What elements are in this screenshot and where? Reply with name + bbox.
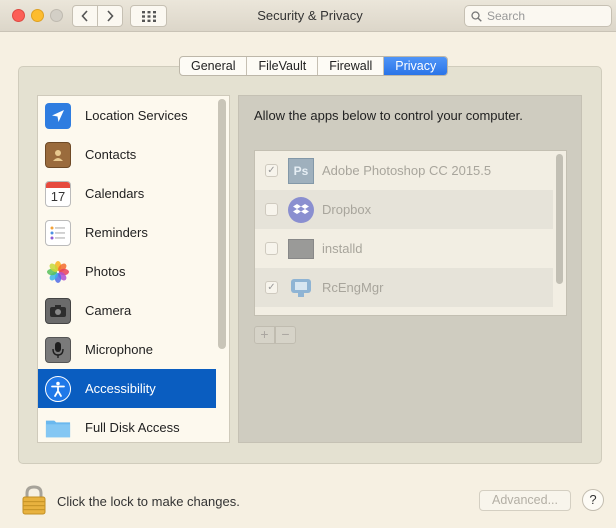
sidebar-item-camera[interactable]: Camera	[38, 291, 216, 330]
tab-firewall[interactable]: Firewall	[318, 57, 385, 75]
sidebar-item-label: Photos	[85, 264, 126, 279]
app-row-photoshop[interactable]: ✓ Ps Adobe Photoshop CC 2015.5	[255, 151, 553, 190]
microphone-icon	[45, 336, 71, 363]
app-name: installd	[322, 241, 363, 256]
app-row-rcengmgr[interactable]: ✓ RcEngMgr	[255, 268, 553, 307]
close-window-button[interactable]	[12, 9, 25, 22]
zoom-window-button[interactable]	[50, 9, 63, 22]
sidebar-item-location-services[interactable]: Location Services	[38, 96, 216, 135]
search-field[interactable]	[464, 5, 612, 27]
search-input[interactable]	[487, 9, 607, 23]
app-name: RcEngMgr	[322, 280, 384, 295]
app-name: Adobe Photoshop CC 2015.5	[322, 163, 492, 178]
sidebar-item-label: Location Services	[85, 108, 188, 123]
minimize-window-button[interactable]	[31, 9, 44, 22]
apps-list-scrollbar[interactable]	[556, 154, 563, 284]
accessibility-icon	[45, 375, 71, 402]
app-checkbox[interactable]: ✓	[265, 164, 278, 177]
lock-message: Click the lock to make changes.	[57, 494, 240, 509]
reminders-list-icon	[45, 219, 71, 246]
sidebar-item-label: Accessibility	[85, 381, 156, 396]
sidebar-item-label: Calendars	[85, 186, 145, 201]
window-title: Security & Privacy	[257, 8, 363, 23]
folder-icon	[45, 415, 71, 441]
remote-engine-icon	[288, 275, 314, 301]
contacts-book-icon	[45, 141, 71, 168]
app-row-installd[interactable]: installd	[255, 229, 553, 268]
app-checkbox[interactable]	[265, 203, 278, 216]
camera-icon	[45, 297, 71, 324]
sidebar-item-full-disk-access[interactable]: Full Disk Access	[38, 408, 216, 442]
dropbox-icon	[288, 196, 314, 223]
privacy-services-list[interactable]: Location Services Contacts 17 Calendars	[37, 95, 230, 443]
remove-app-button[interactable]: −	[275, 326, 296, 344]
sidebar-item-label: Camera	[85, 303, 132, 318]
sidebar-item-microphone[interactable]: Microphone	[38, 330, 216, 369]
app-checkbox[interactable]	[265, 242, 278, 255]
forward-button[interactable]	[97, 5, 123, 27]
grid-icon	[141, 10, 156, 22]
add-app-button[interactable]: +	[254, 326, 275, 344]
sidebar-item-accessibility[interactable]: Accessibility	[38, 369, 216, 408]
calendar-icon: 17	[45, 180, 71, 207]
search-icon	[471, 10, 482, 22]
photoshop-icon: Ps	[288, 157, 314, 184]
services-list-scrollbar[interactable]	[218, 99, 226, 349]
sidebar-item-calendars[interactable]: 17 Calendars	[38, 174, 216, 213]
sidebar-item-photos[interactable]: Photos	[38, 252, 216, 291]
photoshop-icon-text: Ps	[293, 163, 309, 178]
sidebar-item-label: Microphone	[85, 342, 153, 357]
tab-privacy[interactable]: Privacy	[384, 57, 448, 75]
lock-icon[interactable]	[22, 485, 46, 515]
apps-list[interactable]: ✓ Ps Adobe Photoshop CC 2015.5 Dropbox i…	[254, 150, 567, 316]
photos-flower-icon	[45, 259, 71, 285]
back-button[interactable]	[72, 5, 98, 27]
tab-bar: General FileVault Firewall Privacy	[179, 56, 449, 76]
chevron-right-icon	[107, 10, 114, 22]
sidebar-item-contacts[interactable]: Contacts	[38, 135, 216, 174]
app-row-partial[interactable]	[255, 307, 553, 315]
app-checkbox[interactable]: ✓	[265, 281, 278, 294]
chevron-left-icon	[81, 10, 88, 22]
location-arrow-icon	[45, 102, 71, 129]
help-button[interactable]: ?	[582, 489, 604, 511]
tab-filevault[interactable]: FileVault	[247, 57, 319, 75]
sidebar-item-label: Contacts	[85, 147, 137, 162]
sidebar-item-reminders[interactable]: Reminders	[38, 213, 216, 252]
advanced-button[interactable]: Advanced...	[479, 490, 571, 511]
pane-heading: Allow the apps below to control your com…	[254, 108, 523, 123]
calendar-day-text: 17	[50, 188, 66, 204]
tab-general[interactable]: General	[180, 57, 248, 75]
sidebar-item-label: Full Disk Access	[85, 420, 180, 435]
show-all-button[interactable]	[130, 5, 167, 27]
app-name: Dropbox	[322, 202, 372, 217]
security-privacy-window: Security & Privacy General FileVault Fir…	[0, 0, 616, 528]
app-row-dropbox[interactable]: Dropbox	[255, 190, 553, 229]
title-bar: Security & Privacy	[0, 0, 616, 32]
sidebar-item-label: Reminders	[85, 225, 148, 240]
terminal-exec-icon	[288, 238, 314, 259]
